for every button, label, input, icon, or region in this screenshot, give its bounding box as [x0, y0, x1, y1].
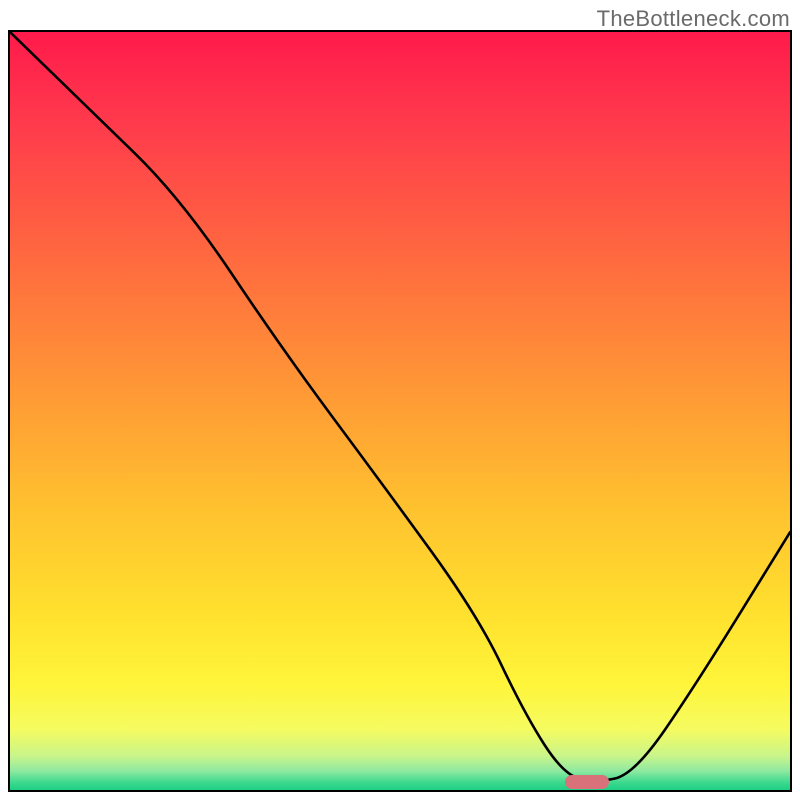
watermark-label: TheBottleneck.com [597, 6, 790, 32]
bottleneck-chart [10, 32, 790, 790]
chart-frame [8, 30, 792, 792]
optimal-marker-icon [565, 775, 609, 789]
